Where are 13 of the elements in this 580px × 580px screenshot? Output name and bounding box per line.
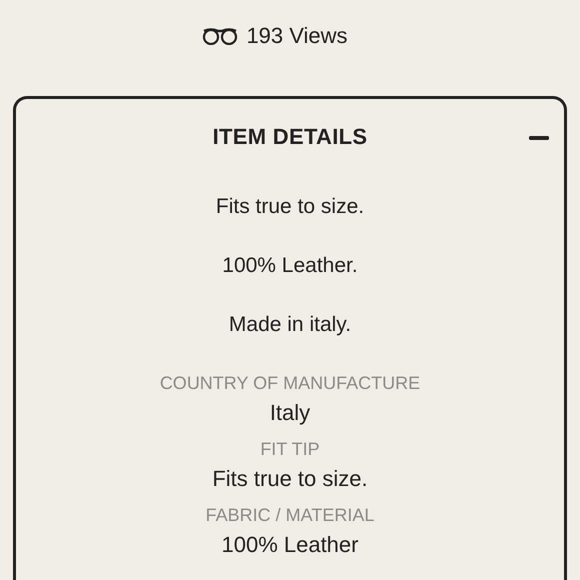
glasses-icon — [202, 27, 238, 45]
attribute-label: FABRIC / MATERIAL — [206, 505, 374, 526]
description-line: Fits true to size. — [216, 195, 364, 220]
section-title: ITEM DETAILS — [212, 124, 368, 150]
views-count: 193 Views — [246, 23, 348, 49]
attribute-value: Italy — [270, 400, 310, 426]
description-line: 100% Leather. — [222, 254, 358, 279]
description-line: Made in italy. — [228, 313, 352, 338]
attribute-label: FIT TIP — [260, 439, 320, 460]
minus-icon — [529, 136, 549, 140]
attribute-value: Fits true to size. — [212, 466, 368, 492]
attribute-label: COUNTRY OF MANUFACTURE — [160, 373, 420, 394]
attribute-value: 100% Leather — [221, 532, 358, 558]
